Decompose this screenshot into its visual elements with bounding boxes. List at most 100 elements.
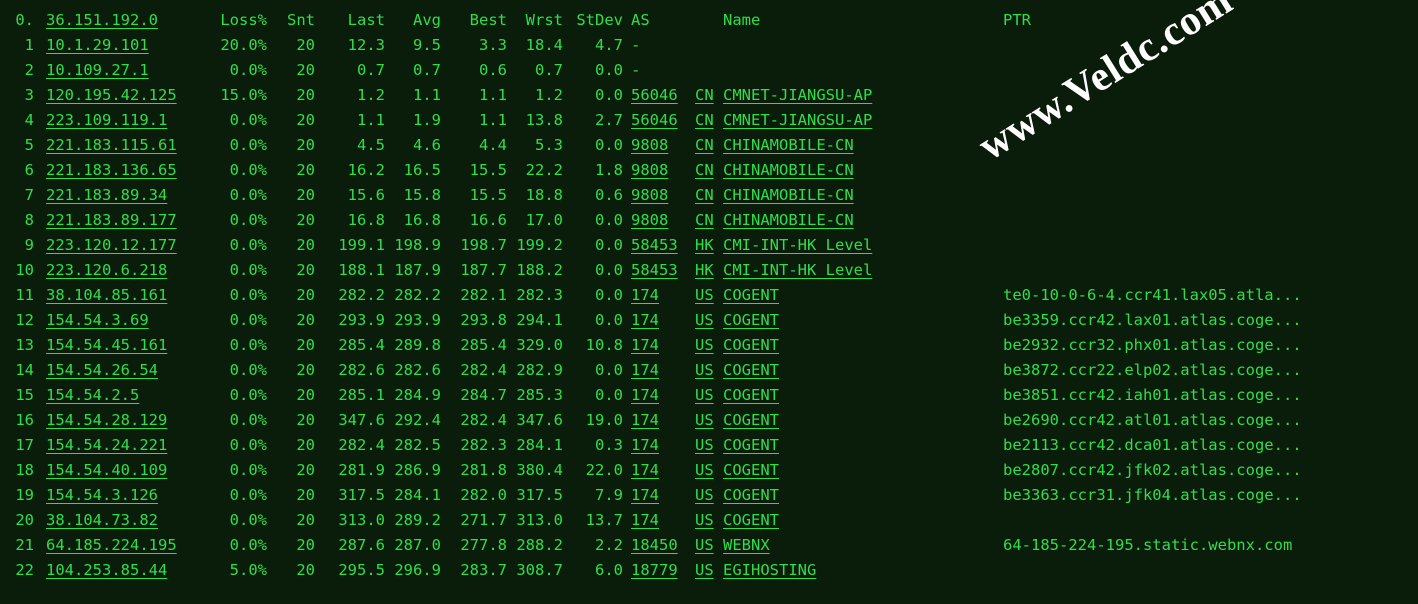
hop-last: 282.4 [315, 433, 385, 458]
hop-ptr: te0-10-0-6-4.ccr41.lax05.atla... [1003, 283, 1418, 308]
hop-ip: 154.54.26.54 [46, 358, 211, 383]
hop-avg: 289.8 [385, 333, 441, 358]
hop-country: CN [695, 183, 723, 208]
hop-ip: 154.54.40.109 [46, 458, 211, 483]
col-stdev-header: StDev [563, 8, 623, 33]
hop-snt: 20 [267, 83, 315, 108]
hop-wrst: 5.3 [507, 133, 563, 158]
hop-loss: 0.0% [211, 408, 267, 433]
hop-loss: 0.0% [211, 333, 267, 358]
hop-best: 1.1 [441, 108, 507, 133]
hop-stdev: 0.0 [563, 383, 623, 408]
hop-snt: 20 [267, 408, 315, 433]
hop-as: 174 [631, 333, 695, 358]
hop-as-name: CHINAMOBILE-CN [723, 158, 1003, 183]
hop-ptr: be3851.ccr42.iah01.atlas.coge... [1003, 383, 1418, 408]
hop-snt: 20 [267, 58, 315, 83]
hop-last: 16.2 [315, 158, 385, 183]
hop-snt: 20 [267, 233, 315, 258]
hop-loss: 0.0% [211, 358, 267, 383]
hop-as-name: COGENT [723, 283, 1003, 308]
mtr-hop-row: 210.109.27.10.0%200.70.70.60.70.0- [0, 58, 1418, 83]
hop-wrst: 17.0 [507, 208, 563, 233]
hop-ip: 104.253.85.44 [46, 558, 211, 583]
hop-last: 199.1 [315, 233, 385, 258]
hop-last: 287.6 [315, 533, 385, 558]
hop-avg: 15.8 [385, 183, 441, 208]
hop-number: 12 [4, 308, 34, 333]
hop-best: 282.4 [441, 408, 507, 433]
hop-snt: 20 [267, 133, 315, 158]
hop-number: 11 [4, 283, 34, 308]
hop-number: 18 [4, 458, 34, 483]
mtr-hop-row: 8221.183.89.1770.0%2016.816.816.617.00.0… [0, 208, 1418, 233]
hop-country: US [695, 283, 723, 308]
hop-ip: 154.54.3.126 [46, 483, 211, 508]
hop-country: US [695, 508, 723, 533]
hop-as: 174 [631, 358, 695, 383]
hop-as: 174 [631, 483, 695, 508]
hop-as: - [631, 58, 695, 83]
hop-last: 293.9 [315, 308, 385, 333]
hop-stdev: 1.8 [563, 158, 623, 183]
hop-ip: 221.183.89.34 [46, 183, 211, 208]
hop-loss: 0.0% [211, 183, 267, 208]
hop-country: US [695, 558, 723, 583]
hop-snt: 20 [267, 383, 315, 408]
mtr-hop-row: 22104.253.85.445.0%20295.5296.9283.7308.… [0, 558, 1418, 583]
col-hop-header: 0. [4, 8, 34, 33]
hop-as-name: COGENT [723, 483, 1003, 508]
hop-last: 4.5 [315, 133, 385, 158]
mtr-rows: 110.1.29.10120.0%2012.39.53.318.44.7-210… [0, 33, 1418, 583]
hop-as-name: COGENT [723, 408, 1003, 433]
mtr-hop-row: 17154.54.24.2210.0%20282.4282.5282.3284.… [0, 433, 1418, 458]
hop-loss: 5.0% [211, 558, 267, 583]
hop-country: US [695, 458, 723, 483]
hop-ip: 154.54.28.129 [46, 408, 211, 433]
hop-as-name: COGENT [723, 508, 1003, 533]
hop-as-name: CMNET-JIANGSU-AP [723, 83, 1003, 108]
hop-ip: 221.183.115.61 [46, 133, 211, 158]
hop-best: 284.7 [441, 383, 507, 408]
hop-best: 282.1 [441, 283, 507, 308]
hop-last: 285.4 [315, 333, 385, 358]
hop-wrst: 313.0 [507, 508, 563, 533]
hop-best: 0.6 [441, 58, 507, 83]
hop-snt: 20 [267, 333, 315, 358]
hop-snt: 20 [267, 158, 315, 183]
hop-ptr: be3363.ccr31.jfk04.atlas.coge... [1003, 483, 1418, 508]
hop-country: US [695, 308, 723, 333]
hop-best: 15.5 [441, 158, 507, 183]
hop-stdev: 7.9 [563, 483, 623, 508]
hop-loss: 0.0% [211, 533, 267, 558]
hop-snt: 20 [267, 258, 315, 283]
col-avg-header: Avg [385, 8, 441, 33]
hop-best: 283.7 [441, 558, 507, 583]
hop-loss: 0.0% [211, 433, 267, 458]
hop-best: 187.7 [441, 258, 507, 283]
hop-ip: 223.120.6.218 [46, 258, 211, 283]
mtr-hop-row: 9223.120.12.1770.0%20199.1198.9198.7199.… [0, 233, 1418, 258]
hop-best: 3.3 [441, 33, 507, 58]
col-snt-header: Snt [267, 8, 315, 33]
mtr-hop-row: 10223.120.6.2180.0%20188.1187.9187.7188.… [0, 258, 1418, 283]
hop-as-name: COGENT [723, 308, 1003, 333]
hop-avg: 284.9 [385, 383, 441, 408]
hop-best: 293.8 [441, 308, 507, 333]
col-loss-header: Loss% [211, 8, 267, 33]
hop-number: 8 [4, 208, 34, 233]
hop-loss: 0.0% [211, 283, 267, 308]
hop-ip: 221.183.89.177 [46, 208, 211, 233]
hop-loss: 20.0% [211, 33, 267, 58]
hop-as: - [631, 33, 695, 58]
hop-avg: 296.9 [385, 558, 441, 583]
hop-best: 281.8 [441, 458, 507, 483]
hop-best: 285.4 [441, 333, 507, 358]
hop-as-name: CMNET-JIANGSU-AP [723, 108, 1003, 133]
hop-ptr: 64-185-224-195.static.webnx.com [1003, 533, 1418, 558]
hop-ptr: be3872.ccr22.elp02.atlas.coge... [1003, 358, 1418, 383]
hop-as-name: CHINAMOBILE-CN [723, 208, 1003, 233]
hop-as: 58453 [631, 233, 695, 258]
hop-stdev: 2.7 [563, 108, 623, 133]
hop-as: 174 [631, 283, 695, 308]
